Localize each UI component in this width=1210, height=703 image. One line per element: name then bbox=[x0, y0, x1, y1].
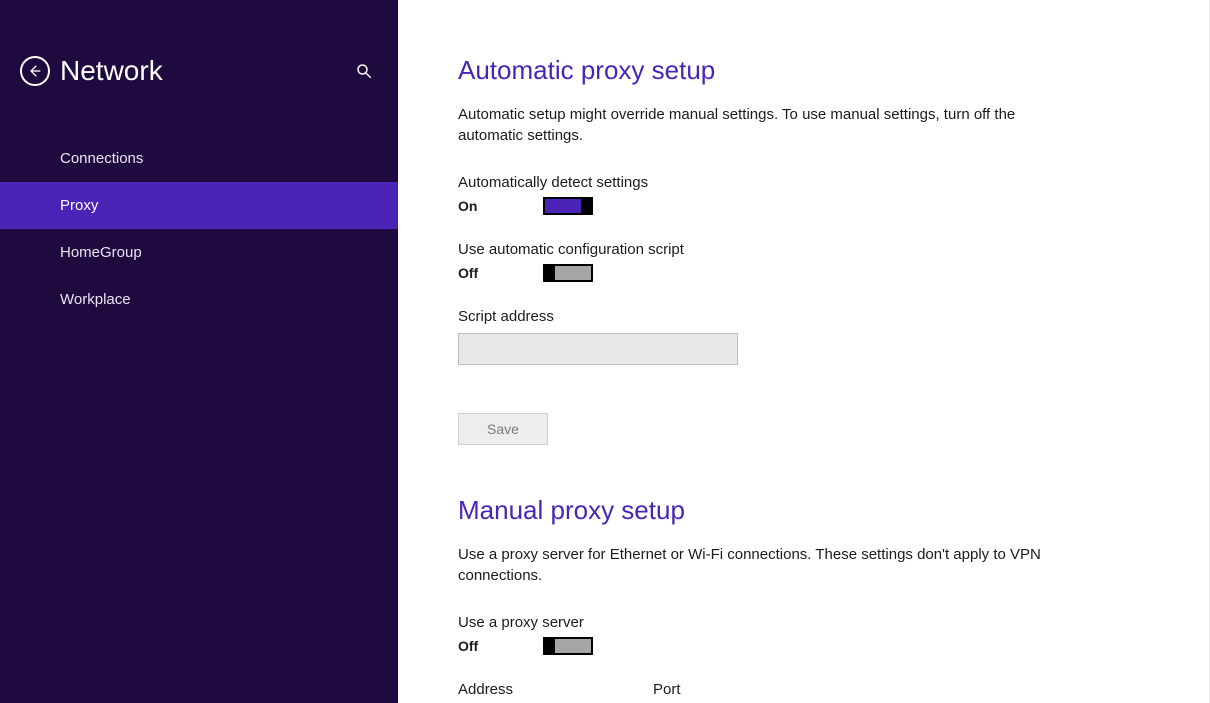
sidebar-item-homegroup[interactable]: HomeGroup bbox=[0, 229, 398, 276]
port-label: Port bbox=[653, 681, 738, 698]
toggle-knob bbox=[543, 264, 555, 282]
use-proxy-setting: Use a proxy server Off bbox=[458, 614, 1209, 655]
manual-description: Use a proxy server for Ethernet or Wi-Fi… bbox=[458, 544, 1068, 586]
auto-script-toggle[interactable] bbox=[543, 264, 593, 282]
back-button[interactable] bbox=[20, 56, 50, 86]
sidebar: Network Connections Proxy HomeGroup Work… bbox=[0, 0, 398, 703]
sidebar-item-connections[interactable]: Connections bbox=[0, 135, 398, 182]
auto-script-label: Use automatic configuration script bbox=[458, 241, 1209, 258]
page-title: Network bbox=[60, 55, 163, 87]
sidebar-header: Network bbox=[0, 0, 398, 87]
auto-script-state: Off bbox=[458, 265, 543, 281]
address-port-row: Address Port bbox=[458, 681, 1209, 703]
sidebar-nav: Connections Proxy HomeGroup Workplace bbox=[0, 135, 398, 323]
sidebar-item-workplace[interactable]: Workplace bbox=[0, 276, 398, 323]
detect-settings-toggle[interactable] bbox=[543, 197, 593, 215]
detect-settings-setting: Automatically detect settings On bbox=[458, 174, 1209, 215]
auto-description: Automatic setup might override manual se… bbox=[458, 104, 1068, 146]
address-label: Address bbox=[458, 681, 633, 698]
detect-settings-label: Automatically detect settings bbox=[458, 174, 1209, 191]
use-proxy-state: Off bbox=[458, 638, 543, 654]
sidebar-item-proxy[interactable]: Proxy bbox=[0, 182, 398, 229]
search-button[interactable] bbox=[355, 62, 373, 85]
script-address-input[interactable] bbox=[458, 333, 738, 365]
use-proxy-label: Use a proxy server bbox=[458, 614, 1209, 631]
toggle-knob bbox=[543, 637, 555, 655]
arrow-left-icon bbox=[27, 63, 43, 79]
auto-script-setting: Use automatic configuration script Off bbox=[458, 241, 1209, 282]
toggle-knob bbox=[581, 197, 593, 215]
auto-heading: Automatic proxy setup bbox=[458, 55, 1209, 86]
detect-settings-state: On bbox=[458, 198, 543, 214]
script-address-setting: Script address bbox=[458, 308, 1209, 365]
use-proxy-toggle[interactable] bbox=[543, 637, 593, 655]
manual-heading: Manual proxy setup bbox=[458, 495, 1209, 526]
search-icon bbox=[355, 62, 373, 80]
main-content: Automatic proxy setup Automatic setup mi… bbox=[398, 0, 1210, 703]
save-button[interactable]: Save bbox=[458, 413, 548, 445]
script-address-label: Script address bbox=[458, 308, 1209, 325]
